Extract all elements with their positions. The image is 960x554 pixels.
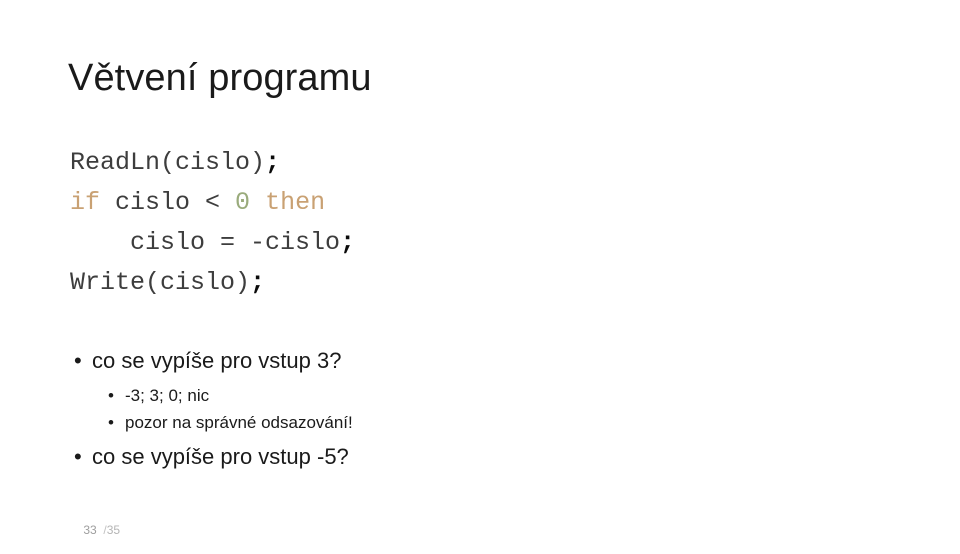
sub-bullet-label: pozor na správné odsazování! (125, 413, 353, 432)
code-token-plain: cislo < (100, 188, 236, 217)
slide: Větvení programu ReadLn(cislo); if cislo … (0, 0, 960, 540)
bullet-item: • co se vypíše pro vstup -5? (70, 442, 830, 472)
bullet-list: • co se vypíše pro vstup 3? • -3; 3; 0; nic… (70, 346, 830, 486)
sub-bullet-marker-icon: • (108, 386, 114, 405)
page-title: Větvení programu (68, 57, 372, 99)
code-token-plain: cislo = -cislo (70, 228, 341, 257)
bullet-marker-icon: • (74, 444, 82, 469)
code-block: ReadLn(cislo); if cislo < 0 then cislo = … (70, 143, 355, 303)
bullet-label: co se vypíše pro vstup -5? (92, 444, 349, 469)
slide-number-footer: 33 /35 (70, 506, 120, 554)
code-token-punct: ; (250, 268, 266, 297)
code-token-keyword: if (70, 188, 101, 217)
sub-bullet-item: • pozor na správné odsazování! (104, 409, 830, 436)
code-token-plain: ReadLn(cislo) (70, 148, 266, 177)
code-token-punct: ; (340, 228, 356, 257)
bullet-label: co se vypíše pro vstup 3? (92, 348, 342, 373)
code-line: cislo = -cislo; (70, 223, 355, 263)
bullet-spacer (70, 478, 830, 486)
bullet-item: • co se vypíše pro vstup 3? (70, 346, 830, 376)
sub-bullet-label: -3; 3; 0; nic (125, 386, 210, 405)
sub-bullet-list: • -3; 3; 0; nic • pozor na správné odsazová… (70, 382, 830, 436)
sub-bullet-marker-icon: • (108, 413, 114, 432)
page-number-current: 33 (83, 523, 97, 537)
code-line: ReadLn(cislo); (70, 143, 355, 183)
code-line: Write(cislo); (70, 263, 355, 303)
page-number-total: 35 (106, 523, 121, 537)
bullet-marker-icon: • (74, 348, 82, 373)
code-token-punct: ; (265, 148, 281, 177)
code-line: if cislo < 0 then (70, 183, 355, 223)
code-token-plain: Write(cislo) (70, 268, 251, 297)
code-token-keyword: then (265, 188, 326, 217)
code-token-number: 0 (235, 188, 251, 217)
sub-bullet-item: • -3; 3; 0; nic (104, 382, 830, 409)
